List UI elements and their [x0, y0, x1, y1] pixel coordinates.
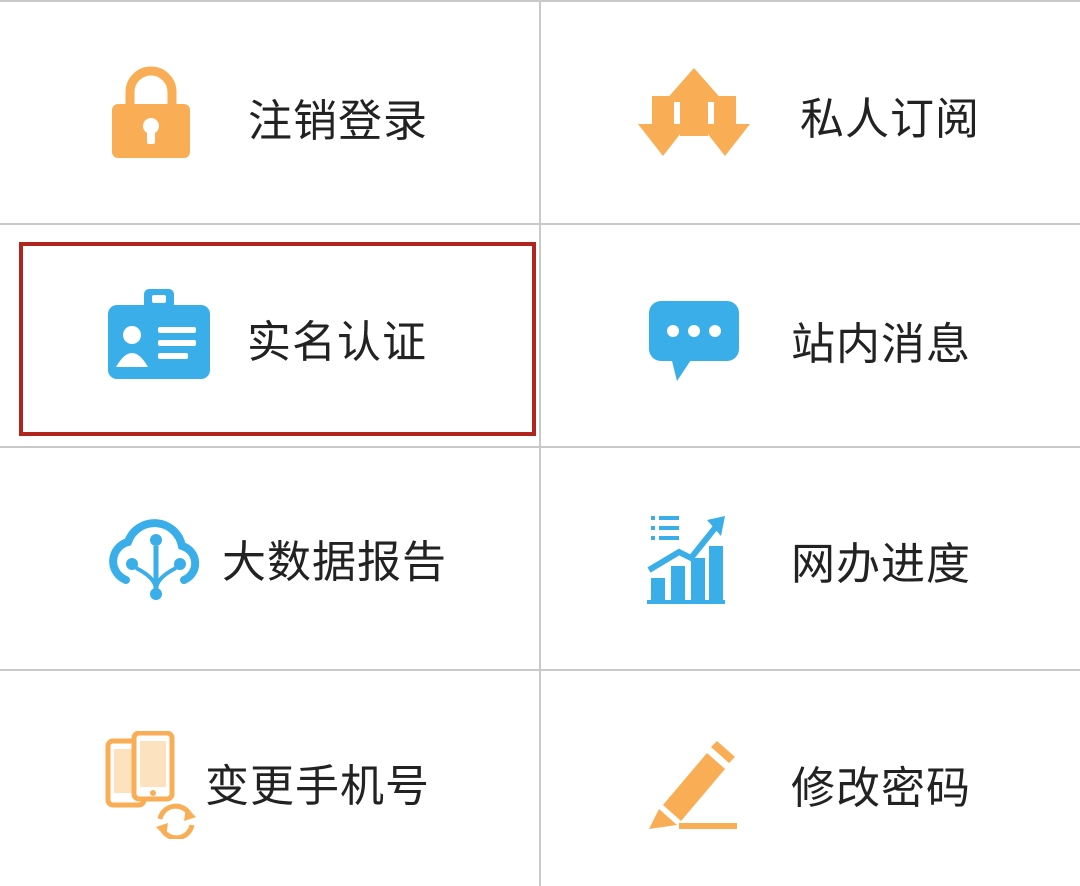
- menu-item-change-phone[interactable]: 变更手机号: [0, 671, 539, 886]
- account-menu-grid: 注销登录 私人订阅 实名认证 站内消息 大数据报告 网办进度 变更手机号 修改密…: [0, 0, 1080, 886]
- menu-item-label: 注销登录: [248, 96, 428, 147]
- menu-item-logout[interactable]: 注销登录: [0, 2, 539, 223]
- menu-item-label: 站内消息: [791, 319, 971, 370]
- menu-item-subscribe[interactable]: 私人订阅: [541, 2, 1080, 223]
- menu-item-progress[interactable]: 网办进度: [541, 448, 1080, 669]
- menu-item-label: 变更手机号: [205, 761, 430, 812]
- menu-item-label: 大数据报告: [222, 537, 447, 588]
- chat-bubble-icon: [647, 299, 741, 387]
- menu-item-verify-identity[interactable]: 实名认证: [0, 225, 539, 446]
- lock-icon: [108, 64, 194, 164]
- menu-item-label: 实名认证: [247, 317, 427, 368]
- subscribe-arrows-icon: [638, 66, 750, 162]
- pencil-icon: [645, 739, 737, 835]
- cloud-data-icon: [102, 518, 210, 606]
- menu-item-data-report[interactable]: 大数据报告: [0, 448, 539, 669]
- menu-item-label: 私人订阅: [800, 94, 980, 145]
- id-badge-icon: [106, 287, 212, 385]
- menu-item-label: 网办进度: [791, 539, 971, 590]
- phone-swap-icon: [104, 730, 202, 843]
- menu-item-label: 修改密码: [791, 763, 971, 814]
- menu-item-change-password[interactable]: 修改密码: [541, 671, 1080, 886]
- progress-chart-icon: [645, 514, 727, 608]
- menu-item-messages[interactable]: 站内消息: [541, 225, 1080, 446]
